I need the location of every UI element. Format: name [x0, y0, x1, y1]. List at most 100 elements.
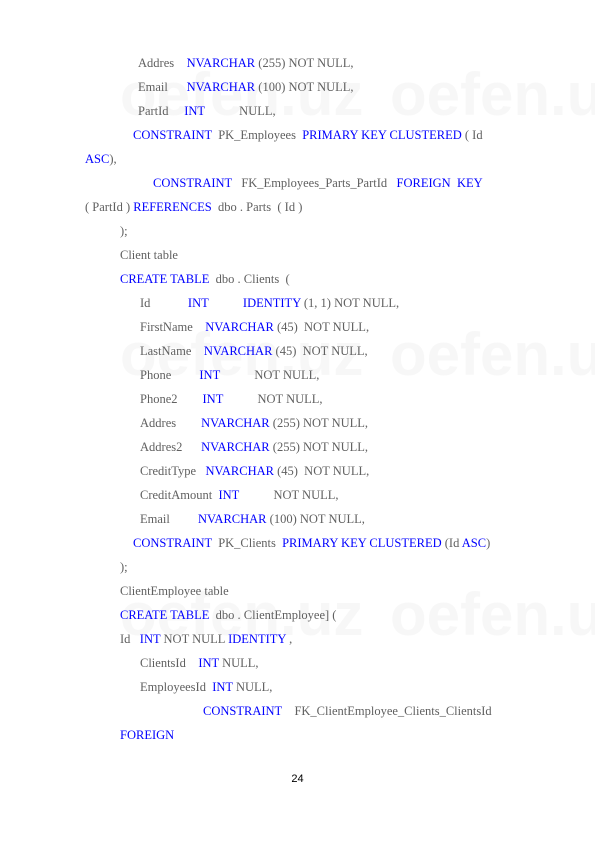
- sql-keyword: REFERENCES: [133, 200, 212, 214]
- sql-text: dbo . Clients (: [209, 272, 290, 286]
- sql-text: NULL,: [232, 680, 273, 694]
- sql-text: (45) NOT NULL,: [273, 464, 370, 478]
- sql-keyword: INT: [199, 368, 220, 382]
- page-number: 24: [291, 773, 304, 785]
- code-line: PartId INT NULL,: [138, 103, 276, 119]
- sql-text: Email: [140, 512, 198, 526]
- sql-text: FK_Employees_Parts_PartId: [231, 176, 397, 190]
- sql-keyword: IDENTITY: [228, 632, 286, 646]
- sql-text: ): [486, 536, 491, 550]
- sql-text: Client table: [120, 248, 178, 262]
- sql-keyword: CREATE TABLE: [120, 272, 210, 286]
- sql-keyword: CONSTRAINT: [203, 704, 282, 718]
- sql-text: (255) NOT NULL,: [255, 56, 354, 70]
- sql-keyword: FOREIGN KEY: [396, 176, 483, 190]
- sql-keyword: CONSTRAINT: [133, 536, 212, 550]
- sql-text: dbo . Parts ( Id ): [211, 200, 303, 214]
- code-line: ClientEmployee table: [120, 583, 229, 599]
- code-line: Addres2 NVARCHAR (255) NOT NULL,: [140, 439, 368, 455]
- sql-text: (Id: [441, 536, 462, 550]
- code-line: ClientsId INT NULL,: [140, 655, 259, 671]
- sql-text: dbo . ClientEmployee] (: [209, 608, 337, 622]
- sql-text: FK_ClientEmployee_Clients_ClientsId: [281, 704, 492, 718]
- sql-keyword: IDENTITY: [242, 296, 301, 310]
- sql-text: ( Id: [461, 128, 483, 142]
- sql-text: );: [120, 224, 128, 238]
- sql-text: ClientEmployee table: [120, 584, 229, 598]
- sql-keyword: FOREIGN: [120, 728, 175, 742]
- sql-keyword: NVARCHAR: [205, 320, 274, 334]
- sql-text: (1, 1) NOT NULL,: [300, 296, 400, 310]
- sql-text: Phone: [140, 368, 200, 382]
- sql-keyword: PRIMARY KEY CLUSTERED: [282, 536, 442, 550]
- sql-keyword: INT: [202, 392, 224, 406]
- code-line: Email NVARCHAR (100) NOT NULL,: [138, 79, 354, 95]
- sql-text: Email: [138, 80, 187, 94]
- code-line: Email NVARCHAR (100) NOT NULL,: [140, 511, 365, 527]
- sql-text: ,: [285, 632, 293, 646]
- sql-keyword: INT: [187, 296, 209, 310]
- code-line: FOREIGN: [120, 727, 174, 743]
- sql-text: Addres: [140, 416, 202, 430]
- sql-text: LastName: [140, 344, 204, 358]
- sql-text: (100) NOT NULL,: [266, 512, 365, 526]
- code-line: ( PartId ) REFERENCES dbo . Parts ( Id ): [85, 199, 302, 215]
- sql-text: (100) NOT NULL,: [255, 80, 354, 94]
- sql-text: Addres2: [140, 440, 202, 454]
- sql-text: PK_Employees: [211, 128, 303, 142]
- sql-text: );: [120, 560, 128, 574]
- sql-keyword: NVARCHAR: [186, 80, 256, 94]
- code-line: CONSTRAINT FK_ClientEmployee_Clients_Cli…: [203, 703, 492, 719]
- code-line: CONSTRAINT FK_Employees_Parts_PartId FOR…: [153, 175, 483, 191]
- sql-keyword: NVARCHAR: [197, 512, 267, 526]
- sql-keyword: ASC: [461, 536, 487, 550]
- code-line: CreditAmount INT NOT NULL,: [140, 487, 339, 503]
- code-line: CONSTRAINT PK_Employees PRIMARY KEY CLUS…: [133, 127, 483, 143]
- sql-text: NOT NULL: [160, 632, 229, 646]
- sql-text: (45) NOT NULL,: [272, 344, 368, 358]
- watermark: oefen.uz: [390, 581, 595, 648]
- sql-text: EmployeesId: [140, 680, 213, 694]
- sql-text: ( PartId ): [85, 200, 134, 214]
- sql-keyword: INT: [212, 680, 233, 694]
- sql-text: NULL,: [204, 104, 276, 118]
- sql-text: (255) NOT NULL,: [269, 416, 369, 430]
- sql-keyword: NVARCHAR: [203, 344, 273, 358]
- sql-keyword: NVARCHAR: [205, 464, 274, 478]
- code-line: LastName NVARCHAR (45) NOT NULL,: [140, 343, 368, 359]
- code-line: Client table: [120, 247, 178, 263]
- code-line: Phone INT NOT NULL,: [140, 367, 319, 383]
- sql-keyword: NVARCHAR: [201, 440, 270, 454]
- code-line: );: [120, 559, 128, 575]
- sql-text: (255) NOT NULL,: [269, 440, 369, 454]
- code-line: CONSTRAINT PK_Clients PRIMARY KEY CLUSTE…: [133, 535, 490, 551]
- code-line: Addres NVARCHAR (255) NOT NULL,: [140, 415, 368, 431]
- code-line: );: [120, 223, 128, 239]
- sql-keyword: NVARCHAR: [186, 56, 256, 70]
- sql-keyword: CREATE TABLE: [120, 608, 210, 622]
- sql-keyword: CONSTRAINT: [153, 176, 232, 190]
- sql-text: CreditAmount: [140, 488, 219, 502]
- code-line: CreditType NVARCHAR (45) NOT NULL,: [140, 463, 369, 479]
- sql-text: NULL,: [218, 656, 259, 670]
- code-line: CREATE TABLE dbo . Clients (: [120, 271, 290, 287]
- sql-text: Id: [120, 632, 140, 646]
- sql-text: Addres: [138, 56, 187, 70]
- sql-keyword: NVARCHAR: [201, 416, 270, 430]
- sql-text: ),: [109, 152, 117, 166]
- sql-text: FirstName: [140, 320, 206, 334]
- watermark: oefen.uz: [390, 61, 595, 128]
- sql-text: (45) NOT NULL,: [273, 320, 370, 334]
- sql-text: Phone2: [140, 392, 203, 406]
- sql-text: NOT NULL,: [223, 392, 323, 406]
- sql-text: NOT NULL,: [219, 368, 320, 382]
- sql-keyword: INT: [184, 104, 205, 118]
- code-line: ASC),: [85, 151, 117, 167]
- code-line: Id INT IDENTITY (1, 1) NOT NULL,: [140, 295, 399, 311]
- sql-keyword: INT: [139, 632, 161, 646]
- sql-text: Id: [140, 296, 188, 310]
- code-line: CREATE TABLE dbo . ClientEmployee] (: [120, 607, 336, 623]
- sql-text: CreditType: [140, 464, 206, 478]
- sql-keyword: ASC: [85, 152, 110, 166]
- sql-keyword: CONSTRAINT: [133, 128, 212, 142]
